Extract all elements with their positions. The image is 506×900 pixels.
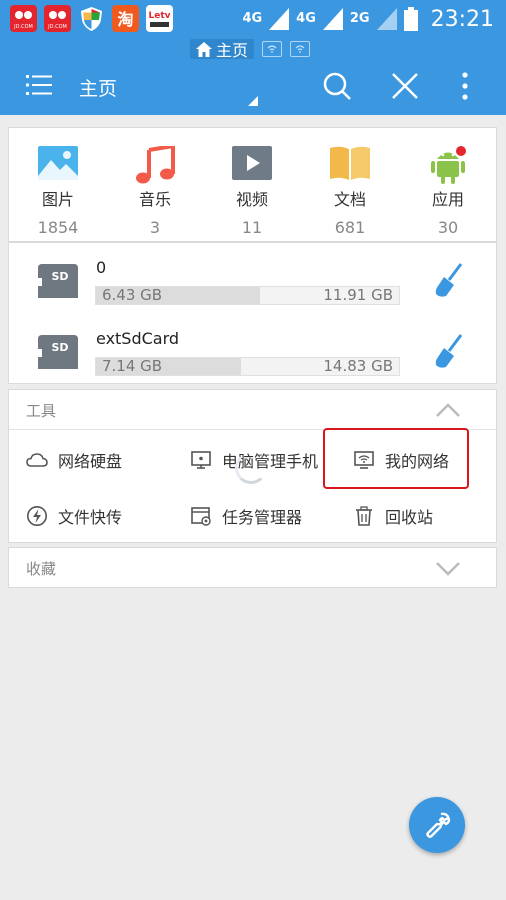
category-label: 文档 <box>333 190 366 209</box>
letv-label: Letv <box>148 11 170 21</box>
tool-label: 网络硬盘 <box>58 452 123 471</box>
category-label: 图片 <box>41 190 74 209</box>
menu-icon[interactable] <box>26 74 52 96</box>
tab-home[interactable]: 主页 <box>190 39 255 60</box>
tools-header-label: 工具 <box>26 402 57 420</box>
dropdown-indicator[interactable] <box>248 96 258 106</box>
clean-broom-icon[interactable] <box>434 262 464 298</box>
close-icon[interactable] <box>390 71 420 101</box>
home-icon <box>196 41 212 57</box>
lightning-icon <box>27 506 47 526</box>
sd-card-label: SD <box>51 341 68 354</box>
tools-header[interactable]: 工具 <box>9 390 496 430</box>
book-icon <box>330 146 370 180</box>
signal-icon <box>269 8 290 30</box>
storage-total: 14.83 GB <box>323 357 393 375</box>
signal-icon <box>322 8 343 30</box>
highlight-annotation <box>323 428 469 489</box>
image-icon <box>38 146 78 180</box>
category-label: 视频 <box>235 190 268 209</box>
task-manager-icon <box>191 507 211 526</box>
chevron-up-icon[interactable] <box>435 402 461 418</box>
status-bar: JD.COM JD.COM 淘 Letv 4G 4G 2G 23:21 <box>0 0 506 38</box>
tool-task-manager[interactable]: 任务管理器 <box>190 504 302 528</box>
tab-home-label: 主页 <box>216 41 249 60</box>
storage-name: 0 <box>96 258 107 277</box>
letv-icon: Letv <box>146 5 173 32</box>
battery-icon <box>403 7 418 31</box>
shield-icon <box>78 5 105 32</box>
chevron-down-icon[interactable] <box>435 560 461 576</box>
category-label: 应用 <box>431 190 464 209</box>
favorites-header-label: 收藏 <box>26 560 57 578</box>
jd-icon: JD.COM <box>44 5 71 32</box>
storage-name: extSdCard <box>96 329 180 348</box>
trash-icon <box>356 506 372 526</box>
loading-spinner <box>235 452 267 484</box>
video-play-icon <box>232 146 272 180</box>
category-music[interactable]: 音乐 3 <box>120 146 190 237</box>
window-tabs: 主页 <box>190 38 311 60</box>
app-bar: 主页 主页 <box>0 38 506 115</box>
tool-label: 任务管理器 <box>222 508 303 527</box>
categories-card: 图片 1854 音乐 3 视频 11 文档 681 应用 30 <box>8 127 497 242</box>
cloud-icon <box>26 453 48 467</box>
tools-fab-button[interactable] <box>409 797 465 853</box>
jd-icon: JD.COM <box>10 5 37 32</box>
storage-card: SD 0 6.43 GB 11.91 GB SD extSdCard 7.14 … <box>8 242 497 384</box>
jd-label: JD.COM <box>13 24 33 30</box>
favorites-card[interactable]: 收藏 <box>8 547 497 588</box>
category-count: 1854 <box>37 218 79 237</box>
tool-file-transfer[interactable]: 文件快传 <box>26 504 122 528</box>
wifi-icon <box>295 45 305 53</box>
wrench-icon <box>426 812 451 838</box>
taobao-icon: 淘 <box>112 5 139 32</box>
category-label: 音乐 <box>138 190 171 209</box>
category-count: 30 <box>437 218 459 237</box>
sd-card-icon: SD <box>38 335 78 369</box>
music-note-icon <box>136 146 175 184</box>
clean-broom-icon[interactable] <box>434 333 464 369</box>
sd-card-label: SD <box>51 270 68 283</box>
category-count: 11 <box>241 218 263 237</box>
search-icon[interactable] <box>322 71 352 101</box>
storage-item-internal[interactable]: SD 0 6.43 GB 11.91 GB <box>9 252 496 322</box>
jd-label: JD.COM <box>47 24 67 30</box>
storage-item-ext-sdcard[interactable]: SD extSdCard 7.14 GB 14.83 GB <box>9 323 496 393</box>
storage-usage-bar: 6.43 GB 11.91 GB <box>95 286 400 305</box>
tool-network-disk[interactable]: 网络硬盘 <box>26 448 122 472</box>
category-apps[interactable]: 应用 30 <box>413 146 483 237</box>
storage-used: 6.43 GB <box>102 286 163 304</box>
tab-network[interactable] <box>262 41 283 57</box>
network-type-3: 2G <box>349 11 370 26</box>
storage-used: 7.14 GB <box>102 357 163 375</box>
tool-label: 回收站 <box>385 508 434 527</box>
overflow-menu-icon[interactable] <box>458 71 472 101</box>
category-documents[interactable]: 文档 681 <box>315 146 385 237</box>
category-images[interactable]: 图片 1854 <box>23 146 93 237</box>
android-icon <box>431 146 466 184</box>
clock: 23:21 <box>430 6 494 32</box>
category-count: 3 <box>149 218 161 237</box>
signal-icon <box>376 8 397 30</box>
taobao-label: 淘 <box>117 10 133 29</box>
wifi-icon <box>267 45 277 53</box>
status-indicators: 4G 4G 2G 23:21 <box>242 4 494 34</box>
tab-wifi[interactable] <box>290 41 311 57</box>
storage-usage-bar: 7.14 GB 14.83 GB <box>95 357 400 376</box>
tool-recycle-bin[interactable]: 回收站 <box>353 504 433 528</box>
storage-total: 11.91 GB <box>323 286 393 304</box>
sd-card-icon: SD <box>38 264 78 298</box>
page-title: 主页 <box>79 78 118 100</box>
tool-label: 文件快传 <box>58 508 123 527</box>
category-count: 681 <box>334 218 366 237</box>
network-type-1: 4G <box>242 11 263 26</box>
network-type-2: 4G <box>296 11 316 26</box>
monitor-icon <box>191 451 211 469</box>
category-videos[interactable]: 视频 11 <box>217 146 287 237</box>
